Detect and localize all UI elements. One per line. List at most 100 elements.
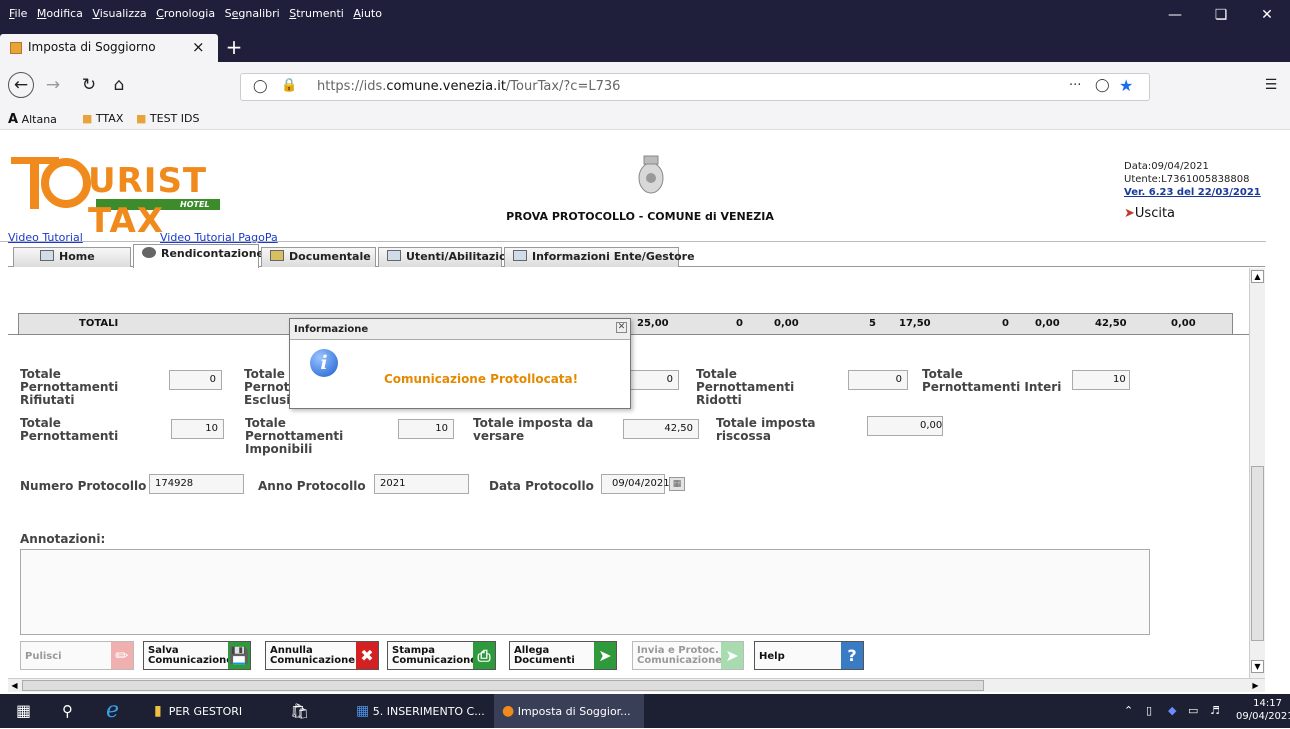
menu-aiuto[interactable]: Aiuto bbox=[350, 0, 385, 20]
totals-cell: 0,00 bbox=[1171, 318, 1196, 329]
data-field[interactable]: 09/04/2021 bbox=[601, 474, 670, 494]
taskbar: ▦ ⚲ e ▮ PER GESTORI 🛍 ▦ 5. INSERIMENTO C… bbox=[0, 694, 1290, 728]
pulisci-button[interactable]: Pulisci ✏ bbox=[20, 641, 134, 670]
invia-button[interactable]: Invia e Protoc. Comunicazione ➤ bbox=[632, 641, 744, 670]
rifiutati-field[interactable]: 0 bbox=[169, 370, 222, 390]
scroll-left-icon[interactable]: ◀ bbox=[9, 680, 20, 691]
menu-cronologia[interactable]: Cronologia bbox=[153, 0, 218, 20]
hscroll-thumb[interactable] bbox=[22, 680, 984, 691]
logout-button[interactable]: ➤Uscita bbox=[1124, 206, 1175, 221]
dialog-close-icon[interactable]: ✕ bbox=[616, 322, 627, 333]
windows-start-icon[interactable]: ▦ bbox=[16, 694, 31, 728]
bookmark-test-ids[interactable]: ■ TEST IDS bbox=[136, 112, 199, 125]
tab-documentale[interactable]: Documentale bbox=[261, 247, 376, 267]
page-actions-icon[interactable]: ··· bbox=[1069, 78, 1081, 93]
allega-button[interactable]: Allega Documenti ➤ bbox=[509, 641, 617, 670]
url-bar[interactable]: ◯ 🔒 https://ids.comune.venezia.it/TourTa… bbox=[240, 73, 1150, 101]
help-button[interactable]: Help ? bbox=[754, 641, 864, 670]
bookmark-star-icon[interactable]: ★ bbox=[1119, 76, 1133, 95]
annotazioni-label: Annotazioni: bbox=[20, 532, 106, 546]
back-icon[interactable]: ← bbox=[8, 72, 34, 98]
salva-button[interactable]: Salva Comunicazione 💾 bbox=[143, 641, 251, 670]
pernottamenti-field[interactable]: 10 bbox=[171, 419, 224, 439]
numero-field[interactable]: 174928 bbox=[149, 474, 244, 494]
info-user: Utente:L7361005838808 bbox=[1124, 174, 1250, 185]
home-icon[interactable]: ⌂ bbox=[106, 72, 132, 98]
tab-utenti[interactable]: Utenti/Abilitazioni bbox=[378, 247, 518, 267]
internet-explorer-icon[interactable]: e bbox=[106, 694, 119, 728]
menu-file[interactable]: File bbox=[0, 0, 30, 20]
menu-strumenti[interactable]: Strumenti bbox=[286, 0, 347, 20]
calendar-icon[interactable]: ▦ bbox=[669, 477, 685, 491]
tray-volume-icon[interactable]: ♬ bbox=[1210, 694, 1220, 728]
tab-informazioni[interactable]: Informazioni Ente/Gestore bbox=[504, 247, 695, 267]
pernottamenti-label: Totale Pernottamenti bbox=[20, 416, 119, 443]
tray-device-icon[interactable]: ▯ bbox=[1146, 694, 1152, 728]
user-info: Data:09/04/2021 Utente:L7361005838808 Ve… bbox=[1124, 160, 1261, 199]
search-icon[interactable]: ⚲ bbox=[62, 694, 73, 728]
restore-icon[interactable]: ❏ bbox=[1198, 0, 1244, 30]
new-tab-icon[interactable]: + bbox=[222, 34, 246, 60]
anno-field[interactable]: 2021 bbox=[374, 474, 469, 494]
forward-icon[interactable]: → bbox=[40, 72, 66, 98]
versare-field[interactable]: 42,50 bbox=[623, 419, 699, 439]
close-window-icon[interactable]: ✕ bbox=[1244, 0, 1290, 30]
imponibili-field[interactable]: 10 bbox=[398, 419, 454, 439]
menu-visualizza[interactable]: Visualizza bbox=[89, 0, 149, 20]
folder-icon: ■ bbox=[136, 112, 147, 125]
scroll-right-icon[interactable]: ▶ bbox=[1250, 680, 1261, 691]
data-label: Data Protocollo bbox=[489, 479, 594, 493]
lock-icon[interactable]: 🔒 bbox=[281, 78, 297, 93]
menu-bar: File Modifica Visualizza Cronologia Segn… bbox=[0, 0, 1290, 30]
reload-icon[interactable]: ↻ bbox=[76, 72, 102, 98]
save-icon: 💾 bbox=[228, 642, 250, 669]
taskbar-item-firefox[interactable]: ● Imposta di Soggior... bbox=[494, 694, 644, 728]
horizontal-scrollbar[interactable]: ◀ ▶ bbox=[8, 678, 1265, 692]
annotazioni-textarea[interactable] bbox=[20, 549, 1150, 635]
annulla-button[interactable]: Annulla Comunicazione ✖ bbox=[265, 641, 379, 670]
clock[interactable]: 14:17 09/04/2021 bbox=[1236, 697, 1290, 723]
ridotti-label: Totale Pernottamenti Ridotti bbox=[696, 367, 795, 407]
tray-network-icon[interactable]: ▭ bbox=[1188, 694, 1198, 728]
favicon-icon bbox=[10, 42, 22, 54]
venezia-crest-icon bbox=[636, 152, 666, 196]
tab-home[interactable]: Home bbox=[13, 247, 131, 267]
tray-chevron-icon[interactable]: ⌃ bbox=[1124, 694, 1133, 728]
taskbar-item-inserimento[interactable]: ▦ 5. INSERIMENTO C... bbox=[356, 694, 485, 728]
col3-field[interactable]: 0 bbox=[624, 370, 679, 390]
tourist-tax-logo: URIST TAX HOTEL bbox=[8, 139, 223, 241]
help-icon: ? bbox=[841, 642, 863, 669]
folder-tab-icon bbox=[270, 250, 284, 261]
stampa-button[interactable]: Stampa Comunicazione ⎙ bbox=[387, 641, 496, 670]
user-tab-icon bbox=[142, 247, 156, 258]
menu-modifica[interactable]: Modifica bbox=[34, 0, 86, 20]
taskbar-item-per-gestori[interactable]: ▮ PER GESTORI bbox=[154, 694, 242, 728]
tab-rendicontazione[interactable]: Rendicontazione bbox=[133, 244, 264, 268]
scroll-up-icon[interactable]: ▲ bbox=[1251, 270, 1264, 283]
vertical-scrollbar[interactable]: ▲ ▼ bbox=[1249, 268, 1265, 678]
minimize-icon[interactable]: — bbox=[1152, 0, 1198, 30]
anno-label: Anno Protocollo bbox=[258, 479, 366, 493]
shield-icon[interactable]: ◯ bbox=[253, 79, 268, 94]
hamburger-menu-icon[interactable]: ☰ bbox=[1258, 72, 1284, 98]
store-icon[interactable]: 🛍 bbox=[290, 694, 309, 728]
bookmark-ttax[interactable]: ■ TTAX bbox=[82, 112, 123, 125]
version-link[interactable]: Ver. 6.23 del 22/03/2021 bbox=[1124, 186, 1261, 199]
scroll-thumb[interactable] bbox=[1251, 466, 1264, 641]
close-tab-icon[interactable]: × bbox=[192, 38, 205, 56]
riscossa-label: Totale imposta riscossa bbox=[716, 416, 816, 443]
browser-tab-title: Imposta di Soggiorno bbox=[28, 40, 156, 54]
interi-label: Totale Pernottamenti Interi bbox=[922, 367, 1062, 394]
rifiutati-label: Totale Pernottamenti Rifiutati bbox=[20, 367, 119, 407]
menu-segnalibri[interactable]: Segnalibri bbox=[222, 0, 283, 20]
browser-tab[interactable]: Imposta di Soggiorno × bbox=[0, 34, 218, 62]
totals-cell: 0,00 bbox=[774, 318, 799, 329]
bookmark-altana[interactable]: A Altana bbox=[8, 112, 57, 127]
scroll-down-icon[interactable]: ▼ bbox=[1251, 660, 1264, 673]
print-icon: ⎙ bbox=[473, 642, 495, 669]
ridotti-field[interactable]: 0 bbox=[848, 370, 908, 390]
tray-shield-icon[interactable]: ◆ bbox=[1168, 694, 1176, 728]
riscossa-field[interactable]: 0,00 bbox=[867, 416, 943, 436]
interi-field[interactable]: 10 bbox=[1072, 370, 1130, 390]
pocket-icon[interactable]: ◯ bbox=[1095, 78, 1110, 93]
